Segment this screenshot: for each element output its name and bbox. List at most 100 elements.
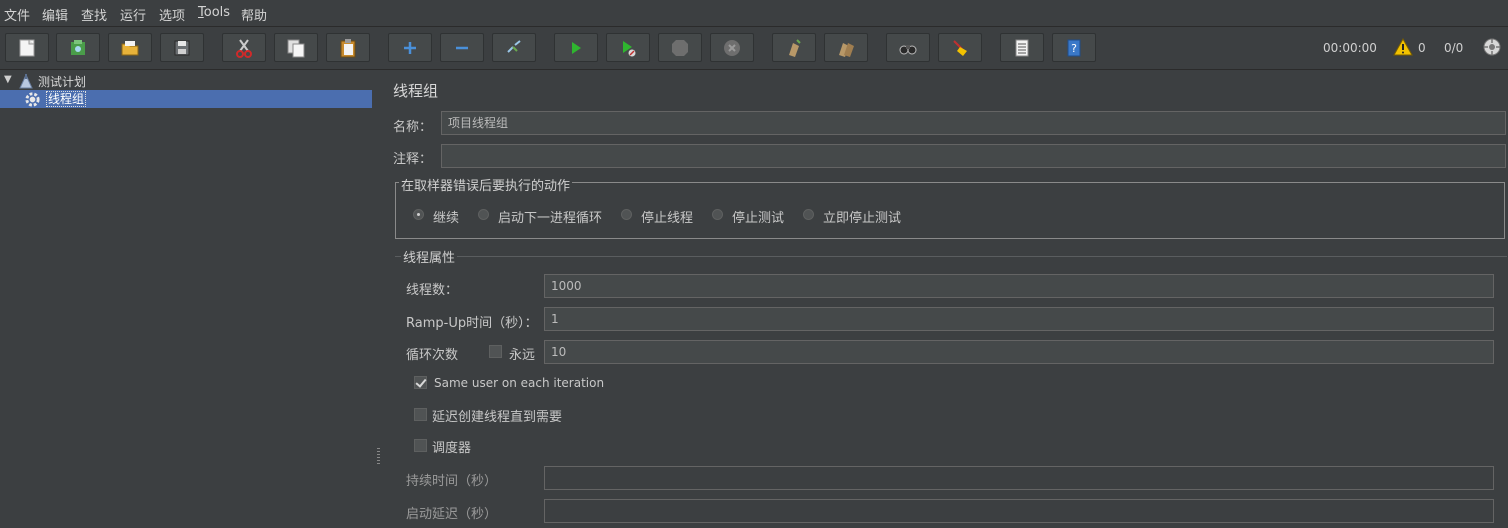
paste-button[interactable] xyxy=(326,33,370,62)
forever-label[interactable]: 永远 xyxy=(509,344,535,363)
radio-continue-label[interactable]: 继续 xyxy=(433,207,459,226)
toolbar: ? 00:00:00 0 0/0 xyxy=(0,27,1508,70)
splitter-grip[interactable] xyxy=(377,448,380,464)
radio-stop-test[interactable] xyxy=(712,209,723,220)
toggle-button[interactable] xyxy=(492,33,536,62)
binoculars-icon xyxy=(899,44,917,54)
radio-continue[interactable] xyxy=(413,209,424,220)
scheduler-checkbox[interactable] xyxy=(414,439,427,452)
expand-all-button[interactable] xyxy=(388,33,432,62)
shutdown-icon xyxy=(724,39,740,56)
thread-count: 0/0 xyxy=(1444,41,1464,55)
tree-expand-icon[interactable]: ▼ xyxy=(4,74,12,85)
help-icon: ? xyxy=(1067,39,1081,56)
warning-count: 0 xyxy=(1418,41,1426,55)
help-button[interactable]: ? xyxy=(1052,33,1096,62)
toggle-icon xyxy=(507,39,521,53)
broom-icon xyxy=(953,39,967,56)
clear-all-button[interactable] xyxy=(824,33,868,62)
threads-label: 线程数： xyxy=(406,283,459,298)
page-title: 线程组 xyxy=(393,82,439,100)
start-no-pauses-button[interactable] xyxy=(606,33,650,62)
radio-stop-thread-label[interactable]: 停止线程 xyxy=(641,207,693,226)
shutdown-button[interactable] xyxy=(710,33,754,62)
templates-icon xyxy=(71,39,85,55)
stop-icon xyxy=(672,39,688,56)
paste-icon xyxy=(340,38,356,57)
radio-start-next-loop-label[interactable]: 启动下一进程循环 xyxy=(498,207,602,226)
thread-props-legend: 线程属性 xyxy=(401,247,458,266)
search-button[interactable] xyxy=(886,33,930,62)
clear-icon xyxy=(789,38,801,57)
test-plan-icon xyxy=(19,73,33,89)
comment-label: 注释： xyxy=(393,152,433,167)
minus-icon xyxy=(456,46,468,49)
start-button[interactable] xyxy=(554,33,598,62)
gear-icon xyxy=(25,92,40,107)
error-action-legend: 在取样器错误后要执行的动作 xyxy=(399,175,573,194)
duration-label: 持续时间（秒） xyxy=(406,474,498,489)
menu-options[interactable]: 选项 xyxy=(159,5,185,24)
same-user-label[interactable]: Same user on each iteration xyxy=(434,376,604,390)
menu-run[interactable]: 运行 xyxy=(120,5,146,24)
test-plan-tree: ▼ 测试计划 xyxy=(0,70,372,528)
plus-icon xyxy=(404,41,416,54)
cut-icon xyxy=(236,38,252,58)
new-button[interactable] xyxy=(5,33,49,62)
tree-item-thread-group[interactable]: 线程组 xyxy=(0,90,372,108)
startup-delay-label: 启动延迟（秒） xyxy=(406,507,498,522)
menu-file[interactable]: 文件 xyxy=(4,5,30,24)
forever-checkbox[interactable] xyxy=(489,345,502,358)
menu-tools[interactable]: Tools xyxy=(198,5,230,20)
rampup-input[interactable]: 1 xyxy=(544,307,1494,331)
start-icon xyxy=(572,41,581,54)
menu-bar: 文件 编辑 查找 运行 选项 Tools 帮助 xyxy=(0,0,1508,27)
elapsed-time: 00:00:00 xyxy=(1323,41,1377,55)
loop-input[interactable]: 10 xyxy=(544,340,1494,364)
copy-button[interactable] xyxy=(274,33,318,62)
clear-button[interactable] xyxy=(772,33,816,62)
new-icon xyxy=(19,39,35,56)
save-icon xyxy=(174,40,190,55)
cut-button[interactable] xyxy=(222,33,266,62)
delay-thread-creation-checkbox[interactable] xyxy=(414,408,427,421)
svg-text:?: ? xyxy=(1071,42,1077,55)
open-icon xyxy=(121,40,139,55)
radio-start-next-loop[interactable] xyxy=(478,209,489,220)
copy-icon xyxy=(287,39,305,57)
clear-all-icon xyxy=(839,42,854,57)
templates-button[interactable] xyxy=(56,33,100,62)
stop-button[interactable] xyxy=(658,33,702,62)
delay-thread-creation-label[interactable]: 延迟创建线程直到需要 xyxy=(432,406,562,425)
save-button[interactable] xyxy=(160,33,204,62)
collapse-all-button[interactable] xyxy=(440,33,484,62)
tree-label-thread-group: 线程组 xyxy=(46,91,87,107)
same-user-checkbox[interactable] xyxy=(414,376,427,389)
tree-label-test-plan: 测试计划 xyxy=(38,75,87,89)
radio-stop-thread[interactable] xyxy=(621,209,632,220)
thread-group-panel: 线程组 名称： 项目线程组 注释： 在取样器错误后要执行的动作 继续 启动下一进… xyxy=(384,70,1508,528)
scheduler-label[interactable]: 调度器 xyxy=(432,437,471,456)
startup-delay-input[interactable] xyxy=(544,499,1494,523)
menu-edit[interactable]: 编辑 xyxy=(42,5,68,24)
duration-input[interactable] xyxy=(544,466,1494,490)
reset-search-button[interactable] xyxy=(938,33,982,62)
menu-tools-rest: ools xyxy=(203,5,231,20)
list-icon xyxy=(1015,39,1029,56)
comment-input[interactable] xyxy=(441,144,1506,168)
start-no-pause-icon xyxy=(623,40,636,56)
name-label: 名称： xyxy=(393,120,433,135)
threads-input[interactable]: 1000 xyxy=(544,274,1494,298)
radio-stop-test-label[interactable]: 停止测试 xyxy=(732,207,784,226)
name-input[interactable]: 项目线程组 xyxy=(441,111,1506,135)
radio-stop-test-now[interactable] xyxy=(803,209,814,220)
loop-label: 循环次数 xyxy=(406,348,459,363)
radio-stop-test-now-label[interactable]: 立即停止测试 xyxy=(823,207,901,226)
thread-props-divider xyxy=(395,256,1507,257)
remote-status-icon[interactable] xyxy=(1482,37,1502,57)
open-button[interactable] xyxy=(108,33,152,62)
menu-help[interactable]: 帮助 xyxy=(241,5,267,24)
warning-icon[interactable] xyxy=(1393,37,1413,57)
menu-search[interactable]: 查找 xyxy=(81,5,107,24)
function-helper-button[interactable] xyxy=(1000,33,1044,62)
